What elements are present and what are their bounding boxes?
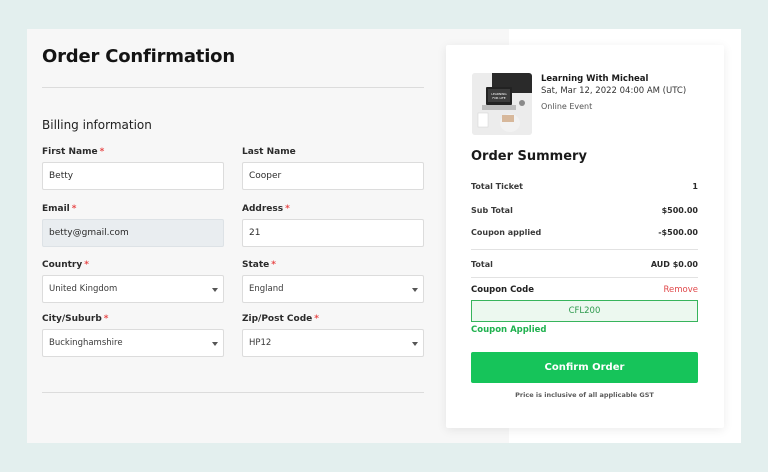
- total-divider: [471, 277, 698, 278]
- state-value: England: [249, 284, 284, 294]
- address-label-text: Address: [242, 204, 284, 214]
- zip-select[interactable]: HP12: [242, 329, 424, 357]
- email-label-text: Email: [42, 204, 70, 214]
- first-name-label: First Name *: [42, 146, 224, 158]
- summary-row-coupon-applied: Coupon applied -$500.00: [471, 227, 698, 239]
- required-marker: *: [99, 147, 105, 157]
- email-input[interactable]: betty@gmail.com: [42, 219, 224, 247]
- billing-section-title: Billing information: [42, 118, 152, 132]
- summary-title: Order Summery: [471, 149, 587, 164]
- row-label: Sub Total: [471, 206, 513, 215]
- address-field: Address * 21: [242, 203, 424, 247]
- chevron-down-icon: [212, 342, 218, 346]
- coupon-code-input[interactable]: CFL200: [471, 300, 698, 322]
- first-name-field: First Name * Betty: [42, 146, 224, 190]
- summary-row-total: Total AUD $0.00: [471, 259, 698, 271]
- country-label-text: Country: [42, 260, 83, 270]
- event-type: Online Event: [541, 102, 593, 111]
- last-name-label: Last Name: [242, 147, 296, 157]
- first-name-label-text: First Name: [42, 147, 98, 157]
- row-value: -$500.00: [658, 228, 698, 237]
- billing-form: Order Confirmation Billing information F…: [42, 29, 424, 443]
- gst-note: Price is inclusive of all applicable GST: [515, 391, 654, 399]
- country-label: Country *: [42, 259, 224, 271]
- event-date: Sat, Mar 12, 2022 04:00 AM (UTC): [541, 86, 687, 96]
- coupon-status: Coupon Applied: [471, 325, 547, 335]
- page-title: Order Confirmation: [42, 46, 235, 67]
- summary-row-sub-total: Sub Total $500.00: [471, 205, 698, 217]
- event-thumbnail: LEARNING FOR LIFE: [472, 73, 532, 135]
- last-name-input[interactable]: Cooper: [242, 162, 424, 190]
- required-marker: *: [285, 204, 290, 214]
- remove-coupon-link[interactable]: Remove: [664, 285, 699, 295]
- coupon-header: Coupon Code Remove: [471, 285, 698, 295]
- svg-text:FOR LIFE: FOR LIFE: [492, 96, 505, 100]
- order-summary-card: LEARNING FOR LIFE Learning With Micheal …: [446, 45, 724, 428]
- zip-field: Zip/Post Code * HP12: [242, 313, 424, 357]
- row-value: 1: [692, 182, 698, 191]
- city-label: City/Suburb *: [42, 313, 224, 325]
- email-field: Email * betty@gmail.com: [42, 203, 224, 247]
- address-input[interactable]: 21: [242, 219, 424, 247]
- chevron-down-icon: [212, 288, 218, 292]
- total-label: Total: [471, 260, 493, 269]
- required-marker: *: [103, 314, 109, 324]
- required-marker: *: [84, 260, 89, 270]
- state-label-text: State: [242, 260, 270, 270]
- event-title: Learning With Micheal: [541, 74, 649, 84]
- state-label: State *: [242, 259, 424, 271]
- total-value: AUD $0.00: [650, 260, 698, 269]
- email-label: Email *: [42, 203, 224, 215]
- form-bottom-divider: [42, 392, 424, 393]
- summary-row-total-ticket: Total Ticket 1: [471, 181, 698, 193]
- zip-label: Zip/Post Code *: [242, 313, 424, 325]
- country-field: Country * United Kingdom: [42, 259, 224, 303]
- city-value: Buckinghamshire: [49, 338, 123, 348]
- row-label: Coupon applied: [471, 228, 542, 237]
- zip-value: HP12: [249, 338, 272, 348]
- confirm-order-button[interactable]: Confirm Order: [471, 352, 698, 383]
- first-name-input[interactable]: Betty: [42, 162, 224, 190]
- zip-label-text: Zip/Post Code: [242, 314, 313, 324]
- state-field: State * England: [242, 259, 424, 303]
- summary-divider: [471, 249, 698, 250]
- coupon-label: Coupon Code: [471, 285, 534, 295]
- city-field: City/Suburb * Buckinghamshire: [42, 313, 224, 357]
- address-label: Address *: [242, 203, 424, 215]
- city-label-text: City/Suburb: [42, 314, 102, 324]
- required-marker: *: [271, 260, 276, 270]
- row-label: Total Ticket: [471, 182, 523, 191]
- laptop-workspace-image: LEARNING FOR LIFE: [472, 73, 532, 135]
- country-select[interactable]: United Kingdom: [42, 275, 224, 303]
- last-name-field: Last Name Cooper: [242, 146, 424, 190]
- country-value: United Kingdom: [49, 284, 118, 294]
- title-divider: [42, 87, 424, 88]
- chevron-down-icon: [412, 342, 418, 346]
- required-marker: *: [71, 204, 77, 214]
- state-select[interactable]: England: [242, 275, 424, 303]
- chevron-down-icon: [412, 288, 418, 292]
- city-select[interactable]: Buckinghamshire: [42, 329, 224, 357]
- required-marker: *: [314, 314, 319, 324]
- row-value: $500.00: [661, 206, 698, 215]
